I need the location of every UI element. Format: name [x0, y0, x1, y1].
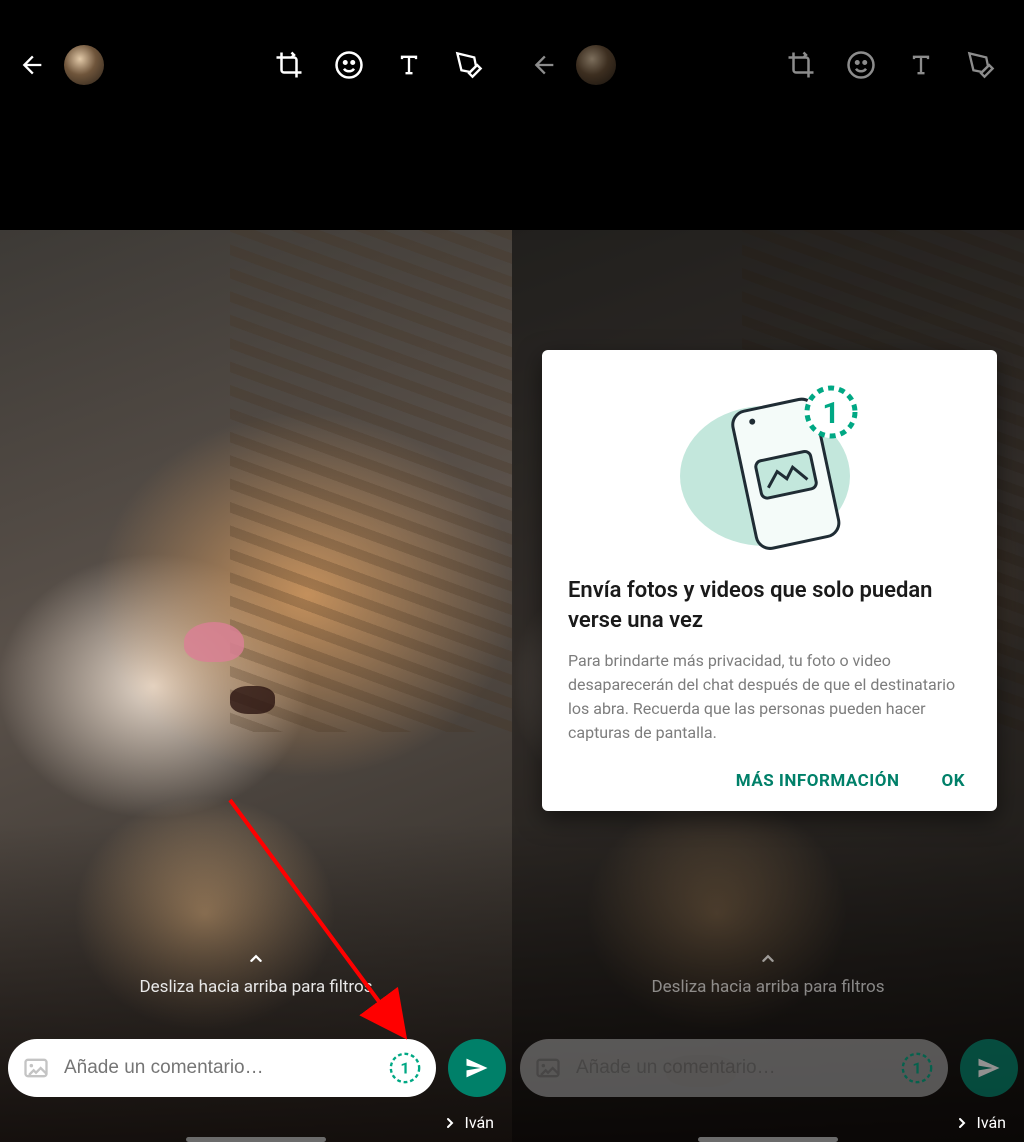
filters-hint[interactable]: Desliza hacia arriba para filtros — [0, 947, 512, 997]
dialog-illustration: 1 — [568, 376, 971, 556]
svg-text:1: 1 — [912, 1059, 921, 1078]
media-thumbnail[interactable] — [64, 45, 104, 85]
add-media-icon[interactable] — [22, 1054, 50, 1082]
caption-input-container: 1 — [520, 1039, 948, 1097]
view-once-toggle[interactable]: 1 — [388, 1051, 422, 1085]
recipient-name: Iván — [976, 1113, 1006, 1132]
view-once-toggle: 1 — [900, 1051, 934, 1085]
chevron-right-icon — [442, 1115, 458, 1131]
dialog-body: Para brindarte más privacidad, tu foto o… — [568, 649, 971, 745]
draw-tool-icon[interactable] — [454, 50, 484, 80]
send-button[interactable] — [448, 1039, 506, 1097]
recipient-chip[interactable]: Iván — [442, 1113, 494, 1132]
caption-input-container[interactable]: 1 — [8, 1039, 436, 1097]
view-once-info-dialog: 1 Envía fotos y videos que solo puedan v… — [542, 350, 997, 811]
nav-handle — [698, 1137, 838, 1142]
left-screen: Desliza hacia arriba para filtros 1 Iván — [0, 0, 512, 1142]
text-tool-icon[interactable] — [394, 50, 424, 80]
media-thumbnail[interactable] — [576, 45, 616, 85]
back-button[interactable] — [526, 47, 562, 83]
crop-rotate-icon[interactable] — [274, 50, 304, 80]
send-button — [960, 1039, 1018, 1097]
emoji-sticker-icon[interactable] — [334, 50, 364, 80]
svg-text:1: 1 — [400, 1059, 409, 1078]
more-info-button[interactable]: MÁS INFORMACIÓN — [736, 771, 900, 791]
draw-tool-icon[interactable] — [966, 50, 996, 80]
bottom-bar: 1 — [0, 1036, 512, 1100]
right-screen: Desliza hacia arriba para filtros 1 Iván — [512, 0, 1024, 1142]
back-button[interactable] — [14, 47, 50, 83]
editor-toolbar — [0, 0, 512, 130]
chevron-up-icon — [244, 947, 268, 971]
crop-rotate-icon[interactable] — [786, 50, 816, 80]
chevron-right-icon — [954, 1115, 970, 1131]
emoji-sticker-icon[interactable] — [846, 50, 876, 80]
chevron-up-icon — [756, 947, 780, 971]
add-media-icon — [534, 1054, 562, 1082]
text-tool-icon[interactable] — [906, 50, 936, 80]
caption-input — [576, 1057, 886, 1079]
filters-hint: Desliza hacia arriba para filtros — [512, 947, 1024, 997]
recipient-chip: Iván — [954, 1113, 1006, 1132]
bottom-bar: 1 — [512, 1036, 1024, 1100]
nav-handle — [186, 1137, 326, 1142]
editor-toolbar — [512, 0, 1024, 130]
ok-button[interactable]: OK — [941, 771, 965, 791]
svg-text:1: 1 — [822, 396, 839, 431]
filters-hint-text: Desliza hacia arriba para filtros — [652, 977, 885, 997]
media-preview[interactable] — [0, 230, 512, 1142]
recipient-name: Iván — [464, 1113, 494, 1132]
dialog-title: Envía fotos y videos que solo puedan ver… — [568, 576, 971, 635]
filters-hint-text: Desliza hacia arriba para filtros — [140, 977, 373, 997]
caption-input[interactable] — [64, 1057, 374, 1079]
